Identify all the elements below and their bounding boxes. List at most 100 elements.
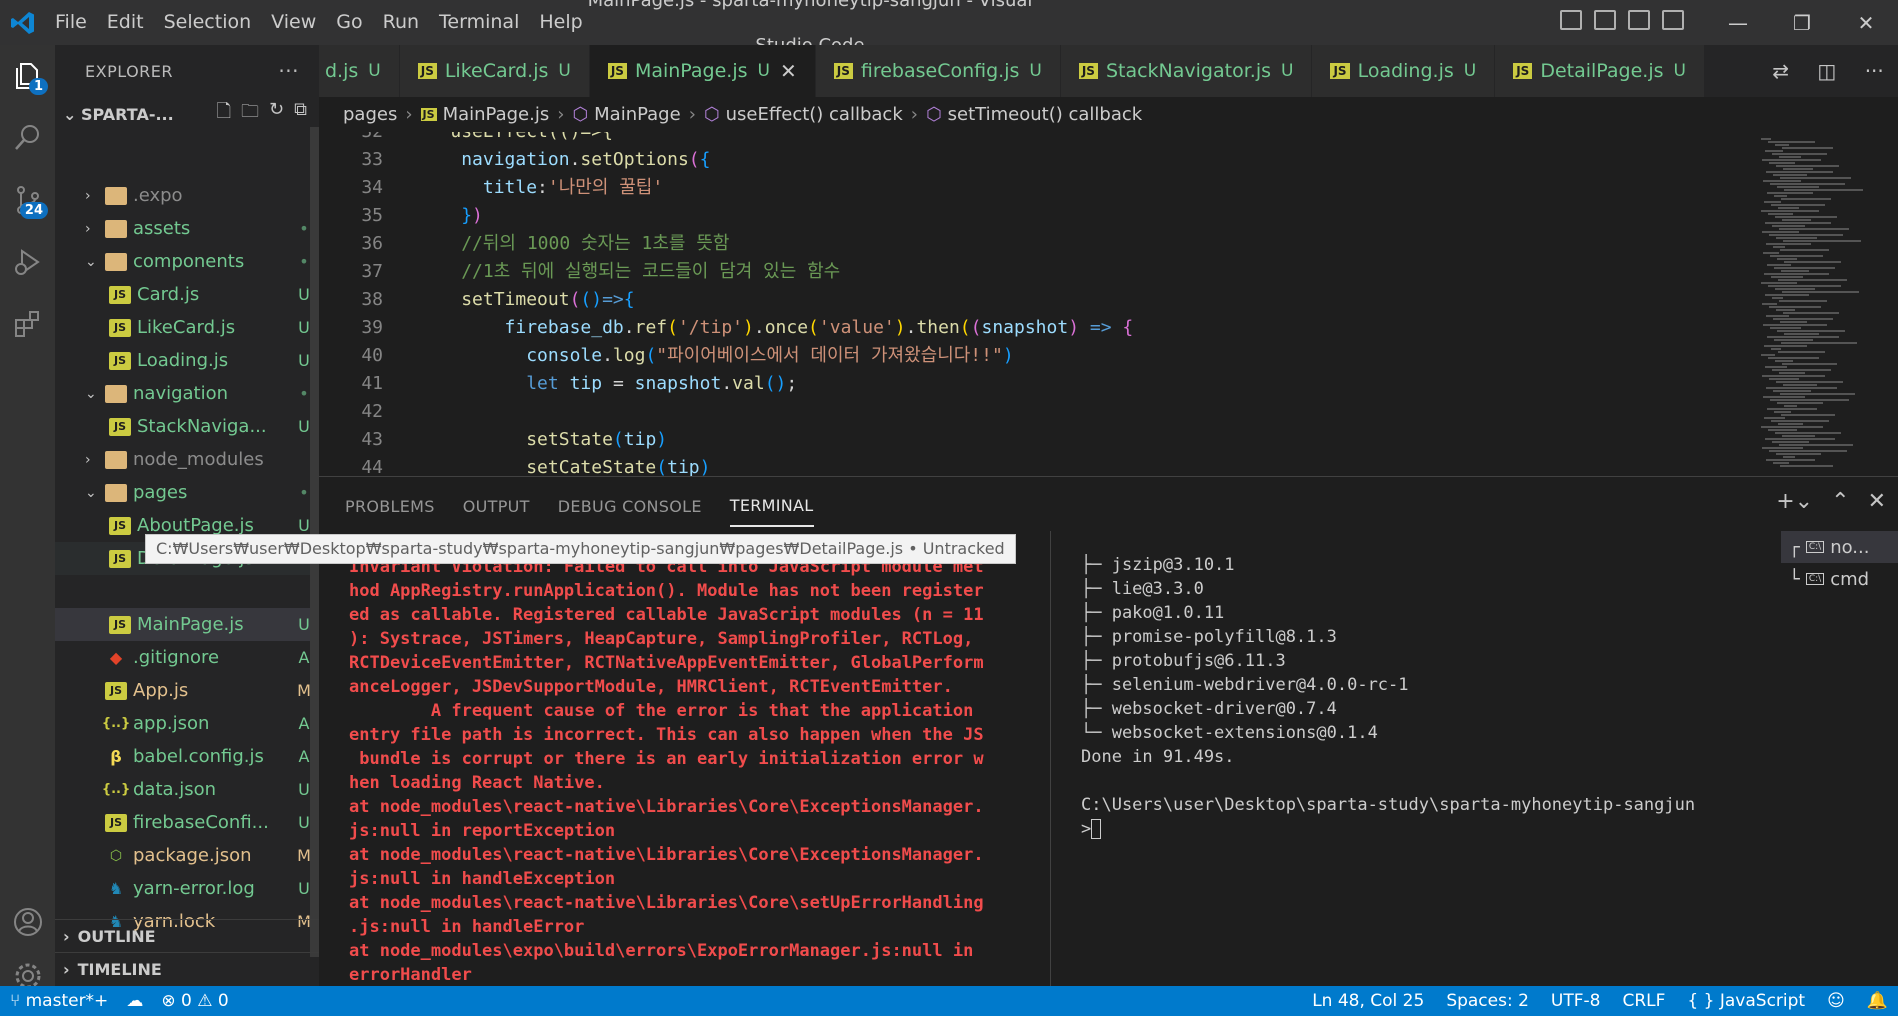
branch-indicator[interactable]: ⑂ master*+ bbox=[10, 991, 108, 1011]
cursor-position[interactable]: Ln 48, Col 25 bbox=[1312, 991, 1424, 1011]
tree-item[interactable]: JS App.js M bbox=[55, 674, 319, 707]
breadcrumb-symbol[interactable]: useEffect() callback bbox=[726, 104, 903, 125]
timeline-section[interactable]: › TIMELINE bbox=[55, 952, 319, 985]
explorer-activity[interactable]: 1 bbox=[0, 45, 55, 107]
tree-item[interactable]: JS LikeCard.js U bbox=[55, 311, 319, 344]
new-folder-icon[interactable]: 🗀 bbox=[241, 99, 259, 129]
more-actions-icon[interactable]: ··· bbox=[278, 59, 299, 83]
feedback-icon[interactable]: ☺ bbox=[1827, 991, 1845, 1011]
terminal-name: no... bbox=[1830, 536, 1870, 558]
compare-icon[interactable]: ⇄ bbox=[1772, 59, 1789, 83]
terminal-right-output[interactable]: ├─ jszip@3.10.1 ├─ lie@3.3.0 ├─ pako@1.0… bbox=[1081, 553, 1695, 841]
tab-terminal[interactable]: TERMINAL bbox=[729, 482, 814, 527]
tree-item[interactable]: JS firebaseConfi... U bbox=[55, 806, 319, 839]
menu-view[interactable]: View bbox=[261, 0, 326, 45]
terminal-left-output[interactable]: Invariant Violation: Failed to call into… bbox=[349, 555, 1077, 987]
close-window-icon[interactable]: ✕ bbox=[1834, 0, 1898, 45]
collapse-all-icon[interactable]: ⧉ bbox=[294, 99, 307, 129]
folder-icon bbox=[105, 186, 127, 205]
indentation[interactable]: Spaces: 2 bbox=[1446, 991, 1529, 1011]
tab-firebaseconfig[interactable]: JS firebaseConfig.js U bbox=[815, 45, 1061, 97]
tree-item[interactable]: ⌄ pages • bbox=[55, 476, 319, 509]
new-file-icon[interactable]: 🗋 bbox=[217, 99, 231, 129]
tree-item[interactable]: JS StackNaviga... U bbox=[55, 410, 319, 443]
tree-item[interactable]: › assets • bbox=[55, 212, 319, 245]
tab-problems[interactable]: PROBLEMS bbox=[345, 483, 435, 526]
breadcrumb-folder[interactable]: pages bbox=[343, 104, 397, 125]
tree-item[interactable]: {..} app.json A bbox=[55, 707, 319, 740]
minimap-line bbox=[1780, 393, 1855, 395]
tree-item[interactable]: ⬡ package.json M bbox=[55, 839, 319, 872]
sync-icon[interactable]: ☁ bbox=[126, 991, 143, 1011]
menu-run[interactable]: Run bbox=[373, 0, 429, 45]
tree-item[interactable]: JS Loading.js U bbox=[55, 344, 319, 377]
tab-likecard[interactable]: JS LikeCard.js U bbox=[399, 45, 590, 97]
minimap[interactable] bbox=[1749, 132, 1898, 476]
terminal-split-divider[interactable] bbox=[1050, 531, 1051, 987]
tab-output[interactable]: OUTPUT bbox=[463, 483, 530, 526]
terminal-item-node[interactable]: ┌ C:\ no... bbox=[1781, 531, 1898, 563]
tab-debug-console[interactable]: DEBUG CONSOLE bbox=[558, 483, 702, 526]
project-root[interactable]: ⌄ SPARTA-... 🗋 🗀 ↻ ⧉ bbox=[55, 97, 319, 131]
tab-loading[interactable]: JS Loading.js U bbox=[1312, 45, 1496, 97]
breadcrumb-symbol[interactable]: MainPage bbox=[594, 104, 681, 125]
tree-item[interactable]: ◆ .gitignore A bbox=[55, 641, 319, 674]
encoding[interactable]: UTF-8 bbox=[1551, 991, 1601, 1011]
tree-item[interactable]: JS MainPage.js U bbox=[55, 608, 319, 641]
search-activity[interactable] bbox=[0, 107, 55, 169]
tree-item-label: app.json bbox=[133, 713, 210, 734]
line-ending[interactable]: CRLF bbox=[1622, 991, 1665, 1011]
notifications-icon[interactable]: 🔔 bbox=[1867, 991, 1888, 1011]
terminal-icon: C:\ bbox=[1805, 541, 1825, 553]
new-terminal-icon[interactable]: +⌄ bbox=[1776, 489, 1813, 514]
tab-detailpage[interactable]: JS DetailPage.js U bbox=[1495, 45, 1705, 97]
toggle-secondary-sidebar-icon[interactable] bbox=[1628, 10, 1650, 30]
folder-icon bbox=[105, 252, 127, 271]
tree-item[interactable]: JS Card.js U bbox=[55, 278, 319, 311]
split-editor-icon[interactable]: ◫ bbox=[1817, 59, 1836, 83]
tree-item[interactable]: › node_modules bbox=[55, 443, 319, 476]
problems-indicator[interactable]: ⊗ 0 ⚠ 0 bbox=[161, 991, 228, 1011]
tree-item[interactable]: {..} data.json U bbox=[55, 773, 319, 806]
chevron-right-icon: › bbox=[85, 451, 91, 468]
accounts-activity[interactable] bbox=[0, 891, 55, 953]
menu-edit[interactable]: Edit bbox=[97, 0, 154, 45]
close-panel-icon[interactable]: ✕ bbox=[1868, 489, 1886, 514]
menu-selection[interactable]: Selection bbox=[154, 0, 262, 45]
minimap-line bbox=[1780, 465, 1833, 467]
tab-card[interactable]: d.js U bbox=[319, 45, 400, 97]
tree-item[interactable]: ♞ yarn-error.log U bbox=[55, 872, 319, 905]
tree-item[interactable]: ⌄ components • bbox=[55, 245, 319, 278]
language-mode[interactable]: { } JavaScript bbox=[1687, 991, 1805, 1011]
tree-item[interactable]: › .expo bbox=[55, 179, 319, 212]
extensions-activity[interactable] bbox=[0, 293, 55, 355]
tab-stacknavigator[interactable]: JS StackNavigator.js U bbox=[1060, 45, 1313, 97]
maximize-panel-icon[interactable]: ⌃ bbox=[1831, 489, 1849, 514]
close-tab-icon[interactable]: ✕ bbox=[780, 59, 797, 83]
outline-section[interactable]: › OUTLINE bbox=[55, 919, 319, 952]
restore-icon[interactable]: ❐ bbox=[1770, 0, 1834, 45]
terminal-item-cmd[interactable]: └ C:\ cmd bbox=[1781, 563, 1898, 595]
breadcrumb-symbol[interactable]: setTimeout() callback bbox=[948, 104, 1143, 125]
minimap-line bbox=[1783, 240, 1861, 242]
toggle-panel-icon[interactable] bbox=[1594, 10, 1616, 30]
menu-file[interactable]: File bbox=[45, 0, 97, 45]
source-control-activity[interactable]: 24 bbox=[0, 169, 55, 231]
code-editor[interactable]: 32 useEffect(()=>{ 33 navigation.setOpti… bbox=[319, 132, 1749, 476]
run-debug-activity[interactable] bbox=[0, 231, 55, 293]
tree-item-label: MainPage.js bbox=[137, 614, 244, 635]
tree-item[interactable]: ⌄ navigation • bbox=[55, 377, 319, 410]
tree-item-label: assets bbox=[133, 218, 191, 239]
menu-go[interactable]: Go bbox=[326, 0, 372, 45]
tab-mainpage[interactable]: JS MainPage.js U ✕ bbox=[589, 45, 816, 97]
chevron-right-icon: › bbox=[910, 104, 918, 125]
breadcrumb-file[interactable]: MainPage.js bbox=[443, 104, 550, 125]
more-actions-icon[interactable]: ··· bbox=[1865, 59, 1884, 83]
minimize-icon[interactable]: — bbox=[1706, 0, 1770, 45]
menu-terminal[interactable]: Terminal bbox=[429, 0, 529, 45]
tree-item[interactable]: β babel.config.js A bbox=[55, 740, 319, 773]
refresh-icon[interactable]: ↻ bbox=[269, 99, 284, 129]
minimap-line bbox=[1777, 258, 1797, 260]
customize-layout-icon[interactable] bbox=[1662, 10, 1684, 30]
toggle-primary-sidebar-icon[interactable] bbox=[1560, 10, 1582, 30]
